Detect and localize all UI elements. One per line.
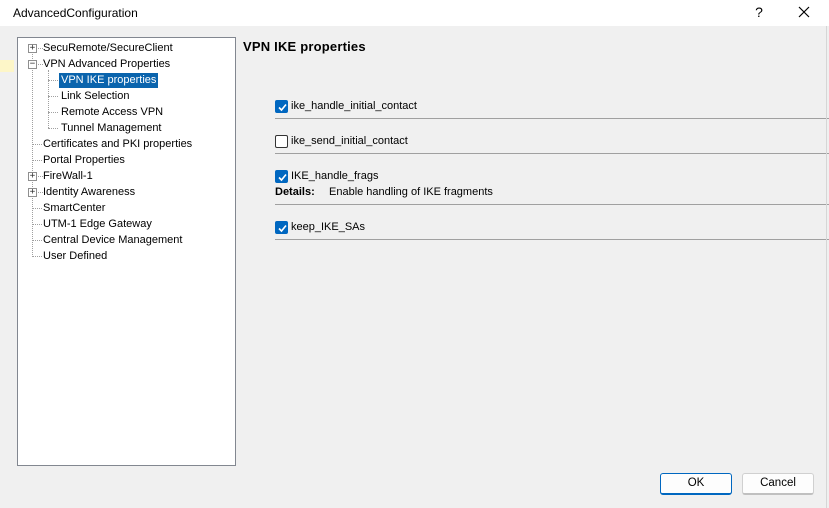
tree-item-link-selection[interactable]: Link Selection: [59, 89, 132, 104]
tree-item-user-defined[interactable]: User Defined: [41, 249, 109, 264]
tree-item-smartcenter[interactable]: SmartCenter: [41, 201, 107, 216]
expand-icon[interactable]: +: [28, 188, 37, 197]
window-title: AdvancedConfiguration: [13, 6, 138, 20]
tree-item-utm1-edge-gateway[interactable]: UTM-1 Edge Gateway: [41, 217, 154, 232]
property-ike-send-initial-contact: ike_send_initial_contact: [275, 133, 829, 155]
property-checkbox[interactable]: [275, 100, 288, 113]
cancel-button[interactable]: Cancel: [742, 473, 814, 495]
window-edge: [826, 26, 827, 508]
tree-item-central-device-management[interactable]: Central Device Management: [41, 233, 184, 248]
page-title: VPN IKE properties: [243, 39, 366, 54]
tree-item-securemote[interactable]: SecuRemote/SecureClient: [41, 41, 175, 56]
close-button[interactable]: [786, 1, 822, 23]
details-label: Details:: [275, 186, 315, 198]
tree-item-vpn-advanced-properties[interactable]: VPN Advanced Properties: [41, 57, 172, 72]
property-name: ike_handle_initial_contact: [291, 100, 417, 112]
close-icon: [798, 6, 810, 18]
tree-item-vpn-ike-properties[interactable]: VPN IKE properties: [59, 73, 159, 88]
details-text: Enable handling of IKE fragments: [329, 186, 493, 198]
property-checkbox[interactable]: [275, 135, 288, 148]
property-name: keep_IKE_SAs: [291, 221, 365, 233]
property-name: IKE_handle_frags: [291, 170, 379, 182]
tree-item-firewall-1[interactable]: FireWall-1: [41, 169, 95, 184]
checkmark-icon: [278, 224, 287, 233]
tree-item-tunnel-management[interactable]: Tunnel Management: [59, 121, 164, 136]
title-bar: AdvancedConfiguration ?: [0, 0, 829, 26]
property-keep-ike-sas: keep_IKE_SAs: [275, 219, 829, 241]
property-ike-handle-frags: IKE_handle_frags Details: Enable handlin…: [275, 168, 829, 206]
property-checkbox[interactable]: [275, 170, 288, 183]
tree-item-identity-awareness[interactable]: Identity Awareness: [41, 185, 137, 200]
tree-item-certificates-pki[interactable]: Certificates and PKI properties: [41, 137, 194, 152]
property-ike-handle-initial-contact: ike_handle_initial_contact: [275, 98, 829, 120]
collapse-icon[interactable]: −: [28, 60, 37, 69]
tree-item-portal-properties[interactable]: Portal Properties: [41, 153, 127, 168]
expand-icon[interactable]: +: [28, 172, 37, 181]
tree-item-remote-access-vpn[interactable]: Remote Access VPN: [59, 105, 165, 120]
property-name: ike_send_initial_contact: [291, 135, 408, 147]
checkmark-icon: [278, 103, 287, 112]
category-tree[interactable]: + SecuRemote/SecureClient − VPN Advanced…: [17, 37, 236, 466]
expand-icon[interactable]: +: [28, 44, 37, 53]
ok-button[interactable]: OK: [660, 473, 732, 495]
property-checkbox[interactable]: [275, 221, 288, 234]
checkmark-icon: [278, 173, 287, 182]
help-button[interactable]: ?: [746, 1, 772, 23]
background-window-fragment: [0, 60, 14, 72]
help-icon: ?: [755, 4, 763, 20]
